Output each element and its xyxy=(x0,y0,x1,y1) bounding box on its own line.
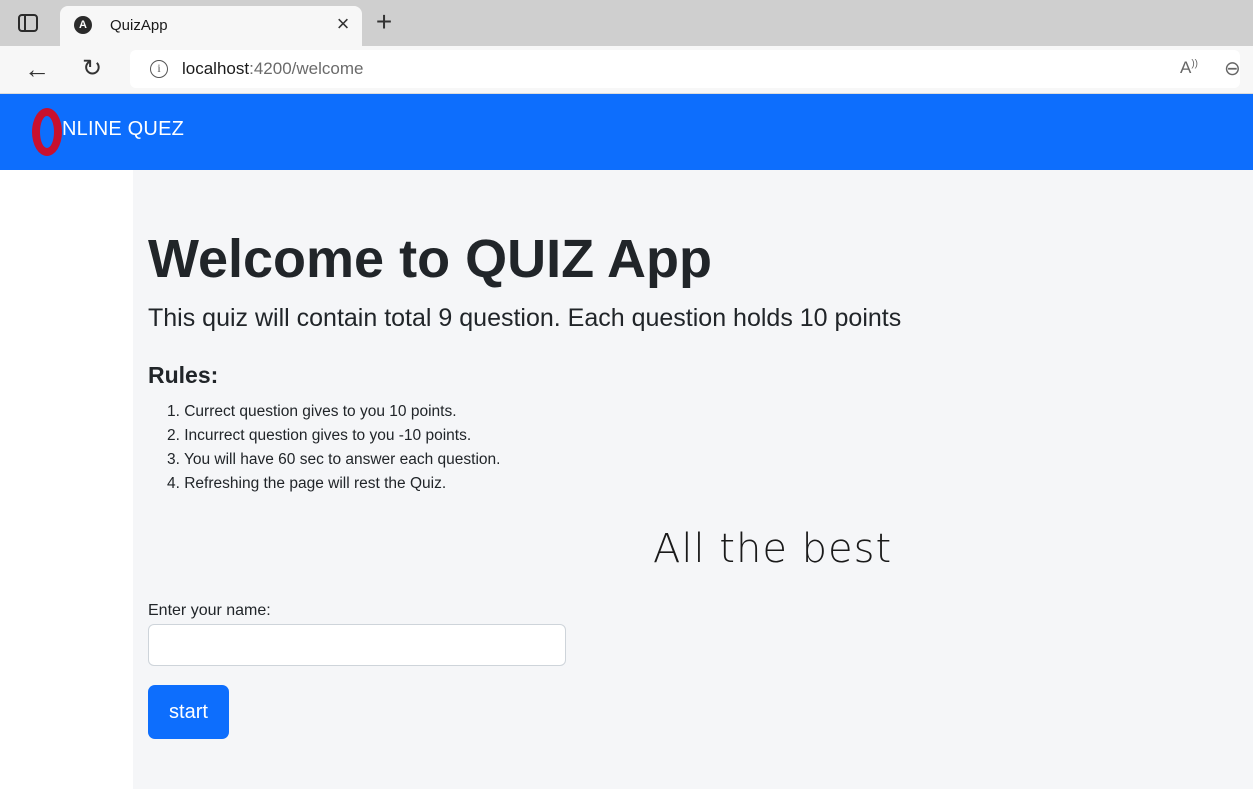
browser-toolbar: ← ↻ i localhost:4200/welcome A)) ⊖ xyxy=(0,46,1253,94)
angular-favicon-icon: A xyxy=(74,16,92,34)
app-navbar: NLINE QUEZ xyxy=(0,94,1253,170)
url-text[interactable]: localhost:4200/welcome xyxy=(182,59,363,79)
start-button[interactable]: start xyxy=(148,685,229,739)
rules-list: 1. Currect question gives to you 10 poin… xyxy=(167,400,500,496)
browser-tab[interactable]: A QuizApp × xyxy=(60,6,362,46)
list-item: 1. Currect question gives to you 10 poin… xyxy=(167,403,457,420)
refresh-icon[interactable]: ↻ xyxy=(82,54,102,84)
plus-icon[interactable]: + xyxy=(371,8,397,36)
zoom-out-icon[interactable]: ⊖ xyxy=(1224,56,1241,81)
url-host: localhost xyxy=(182,59,250,78)
read-aloud-glyph: A xyxy=(1180,58,1192,77)
opera-o-logo[interactable] xyxy=(32,108,62,156)
close-icon[interactable]: × xyxy=(332,12,354,36)
name-input[interactable] xyxy=(148,624,566,666)
lead-text: This quiz will contain total 9 question.… xyxy=(148,304,902,332)
back-arrow-icon[interactable]: ← xyxy=(24,54,50,84)
main-content: Welcome to QUIZ App This quiz will conta… xyxy=(133,170,1253,789)
brand-text[interactable]: NLINE QUEZ xyxy=(62,118,184,141)
rules-heading: Rules: xyxy=(148,362,219,388)
list-item: 2. Incurrect question gives to you -10 p… xyxy=(167,427,472,444)
browser-tab-strip: A QuizApp × + xyxy=(0,0,1253,46)
page-title: Welcome to QUIZ App xyxy=(148,229,713,289)
tab-title: QuizApp xyxy=(110,17,168,34)
address-bar[interactable]: i localhost:4200/welcome A)) ⊖ xyxy=(130,50,1241,88)
url-path: :4200/welcome xyxy=(249,59,364,78)
read-aloud-icon[interactable]: A)) xyxy=(1180,58,1198,78)
info-icon[interactable]: i xyxy=(150,60,168,78)
name-label: Enter your name: xyxy=(148,602,271,619)
list-item: 4. Refreshing the page will rest the Qui… xyxy=(167,475,447,492)
tab-actions-icon[interactable] xyxy=(18,14,38,32)
list-item: 3. You will have 60 sec to answer each q… xyxy=(167,451,501,468)
best-wishes-text: All the best xyxy=(653,526,893,572)
